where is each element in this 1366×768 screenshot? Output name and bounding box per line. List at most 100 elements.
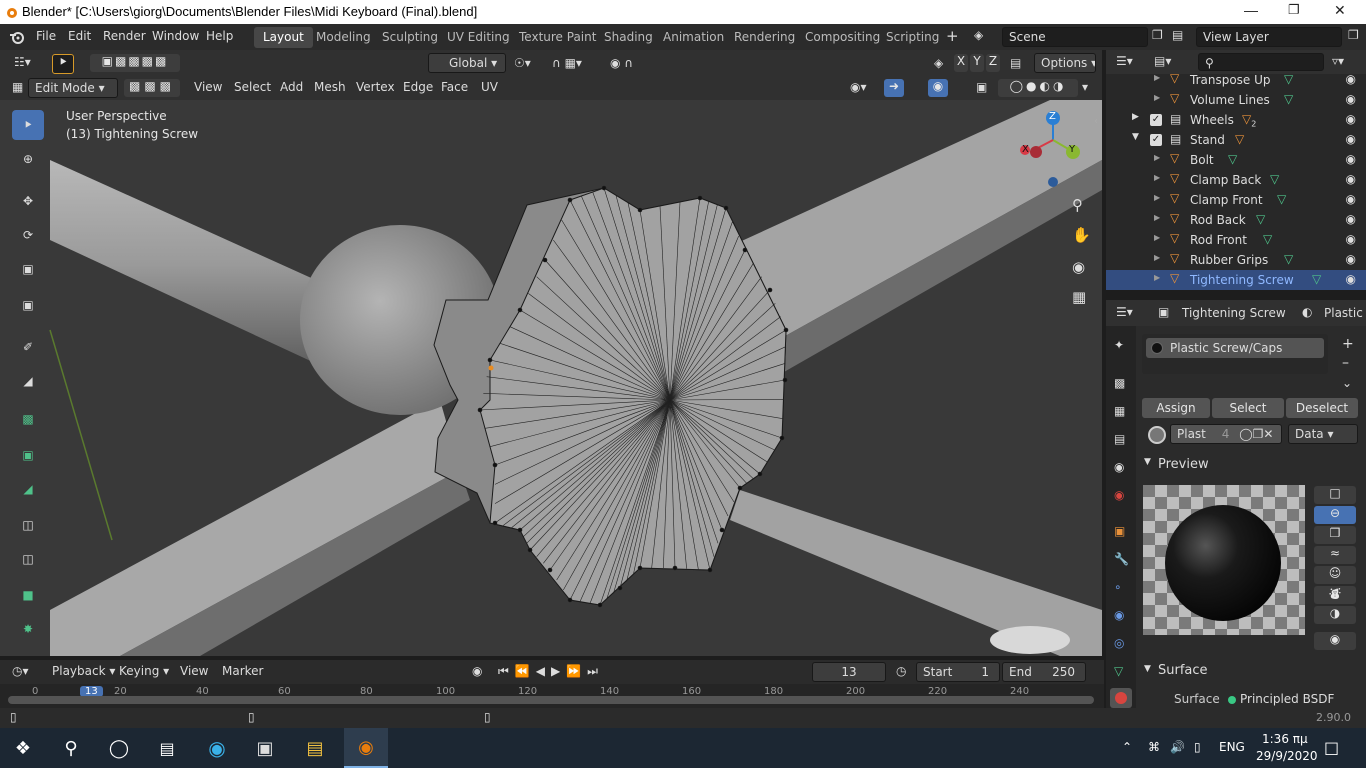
eye-visibility-icon[interactable]: ◉ <box>1346 192 1356 206</box>
expand-arrow-icon[interactable]: ▶ <box>1154 173 1160 182</box>
properties-editor-icon[interactable]: ☰▾ <box>1116 305 1133 319</box>
mesh-vertex[interactable] <box>517 307 523 313</box>
blender-menu-icon[interactable] <box>8 29 26 45</box>
scene-icon[interactable]: ◈ <box>974 28 983 42</box>
expand-arrow-icon[interactable]: ▶ <box>1154 193 1160 202</box>
camera-icon[interactable]: ◉ <box>1072 258 1085 276</box>
transform-tool-icon[interactable]: ▣ <box>12 290 44 320</box>
mesh-vertex[interactable] <box>719 527 725 533</box>
outliner-row[interactable]: ▶ ▽ Rod Back ▽ ◉ <box>1106 210 1366 230</box>
outliner-row[interactable]: ▶ ▽ Volume Lines ▽ ◉ <box>1106 90 1366 110</box>
extrude-tool-icon[interactable]: ▩ <box>12 404 44 434</box>
collection-checkbox[interactable]: ✓ <box>1150 114 1162 126</box>
eye-visibility-icon[interactable]: ◉ <box>1346 72 1356 86</box>
mesh-vertex[interactable] <box>527 547 533 553</box>
add-workspace-icon[interactable]: + <box>946 27 959 45</box>
tab-physics-icon[interactable]: ◉ <box>1114 608 1124 622</box>
menu-add[interactable]: Add <box>280 80 303 94</box>
tab-constraints-icon[interactable]: ◎ <box>1114 636 1124 650</box>
collection-checkbox[interactable]: ✓ <box>1150 134 1162 146</box>
preview-panel-title[interactable]: Preview <box>1158 457 1209 472</box>
remove-slot-button[interactable]: – <box>1342 355 1349 371</box>
menu-timeline-view[interactable]: View <box>180 664 208 678</box>
eye-visibility-icon[interactable]: ◉ <box>1346 212 1356 226</box>
eye-visibility-icon[interactable]: ◉ <box>1346 232 1356 246</box>
tab-data-icon[interactable]: ▽ <box>1114 664 1123 678</box>
mesh-vertex[interactable] <box>757 471 763 477</box>
navigation-gizmo[interactable] <box>1020 110 1090 190</box>
mesh-vertex[interactable] <box>637 565 643 571</box>
outliner-row[interactable]: ▶ ▽ Clamp Back ▽ ◉ <box>1106 170 1366 190</box>
tab-shading[interactable]: Shading <box>595 27 662 48</box>
menu-mesh[interactable]: Mesh <box>314 80 346 94</box>
shading-mode-buttons[interactable]: ◯●◐◑ <box>998 79 1078 97</box>
knife-tool-icon[interactable]: ◫ <box>12 544 44 574</box>
preview-world-icon[interactable]: ◉ <box>1314 632 1356 650</box>
tab-sculpting[interactable]: Sculpting <box>373 27 447 48</box>
mesh-vertex[interactable] <box>737 485 743 491</box>
language-indicator[interactable]: ENG <box>1219 740 1245 754</box>
mesh-data-icon[interactable]: ▽ <box>1263 232 1272 246</box>
mesh-vertex[interactable] <box>617 585 623 591</box>
proportional-edit-icon[interactable]: ◉ ∩ <box>610 56 633 70</box>
preview-cloth-icon[interactable]: ⛇ <box>1314 586 1356 604</box>
tab-rendering[interactable]: Rendering <box>725 27 804 48</box>
object-data-icon[interactable]: ▽ <box>1235 132 1244 146</box>
mesh-vertex[interactable] <box>779 435 785 441</box>
mesh-vertex[interactable] <box>597 602 603 608</box>
expand-arrow-icon[interactable]: ▶ <box>1154 93 1160 102</box>
gizmo-toggle-icon[interactable]: ➜ <box>884 79 904 97</box>
outliner-row[interactable]: ▼ ✓ ▤ Stand ▽ ◉ <box>1106 130 1366 150</box>
eye-visibility-icon[interactable]: ◉ <box>1346 172 1356 186</box>
clock-time[interactable]: 1:36 πμ <box>1262 732 1308 746</box>
mesh-vertex[interactable] <box>767 287 773 293</box>
expand-arrow-icon[interactable]: ▶ <box>1154 213 1160 222</box>
mesh-data-icon[interactable]: ▽ <box>1270 172 1279 186</box>
expand-arrow-icon[interactable]: ▶ <box>1154 233 1160 242</box>
menu-vertex[interactable]: Vertex <box>356 80 395 94</box>
mode-dropdown[interactable]: Edit Mode ▾ <box>28 78 118 98</box>
mesh-data-icon[interactable]: ▽ <box>1284 92 1293 106</box>
expand-arrow-icon[interactable]: ▼ <box>1132 132 1139 142</box>
menu-playback[interactable]: Playback ▾ <box>52 664 115 678</box>
mesh-data-icon[interactable]: ▽ <box>1277 192 1286 206</box>
preview-fluid-icon[interactable]: ◑ <box>1314 606 1356 624</box>
menu-select[interactable]: Select <box>234 80 271 94</box>
view-layer-field[interactable]: View Layer <box>1196 27 1342 47</box>
overlay-toggle-icon[interactable]: ◉ <box>928 79 948 97</box>
edge-browser-icon[interactable]: ◉ <box>202 734 232 762</box>
mirror-y-button[interactable]: Y <box>970 54 984 72</box>
tab-tool-icon[interactable]: ✦ <box>1114 338 1124 352</box>
battery-icon[interactable]: ▯ <box>1194 740 1201 754</box>
add-slot-button[interactable]: + <box>1342 336 1354 352</box>
mesh-vertex[interactable] <box>782 377 788 383</box>
move-tool-icon[interactable]: ✥ <box>12 186 44 216</box>
tab-animation[interactable]: Animation <box>654 27 733 48</box>
link-dropdown[interactable]: Data ▾ <box>1288 424 1358 444</box>
pan-hand-icon[interactable]: ✋ <box>1072 226 1091 244</box>
expand-arrow-icon[interactable]: ▶ <box>1154 253 1160 262</box>
close-icon[interactable]: ✕ <box>1334 2 1346 19</box>
scene-copy-icon[interactable]: ❐ <box>1152 28 1163 42</box>
expand-arrow-icon[interactable]: ▶ <box>1154 153 1160 162</box>
scale-tool-icon[interactable]: ▣ <box>12 254 44 284</box>
cortana-icon[interactable]: ◯ <box>104 734 134 762</box>
expand-arrow-icon[interactable]: ▶ <box>1154 73 1160 82</box>
tab-world-icon[interactable]: ◉ <box>1114 488 1124 502</box>
tab-scripting[interactable]: Scripting <box>877 27 948 48</box>
mesh-vertex[interactable] <box>707 567 713 573</box>
scene-field[interactable]: Scene <box>1002 27 1148 47</box>
maximize-icon[interactable]: ❐ <box>1288 2 1300 18</box>
outliner-row[interactable]: ▶ ▽ Bolt ▽ ◉ <box>1106 150 1366 170</box>
cursor-tool-icon[interactable]: ⊕ <box>12 144 44 174</box>
preview-cube-icon[interactable]: ❐ <box>1314 526 1356 544</box>
view-layer-copy-icon[interactable]: ❐ <box>1348 28 1359 42</box>
visibility-icon[interactable]: ◉▾ <box>850 80 867 94</box>
mesh-vertex[interactable] <box>697 195 703 201</box>
preview-range-icon[interactable]: ◷ <box>896 664 906 678</box>
mesh-vertex[interactable] <box>492 462 498 468</box>
eye-visibility-icon[interactable]: ◉ <box>1346 112 1356 126</box>
outliner-row[interactable]: ▶ ▽ Clamp Front ▽ ◉ <box>1106 190 1366 210</box>
bevel-tool-icon[interactable]: ◢ <box>12 474 44 504</box>
select-mode-buttons[interactable]: ▩▩▩ <box>124 79 180 97</box>
